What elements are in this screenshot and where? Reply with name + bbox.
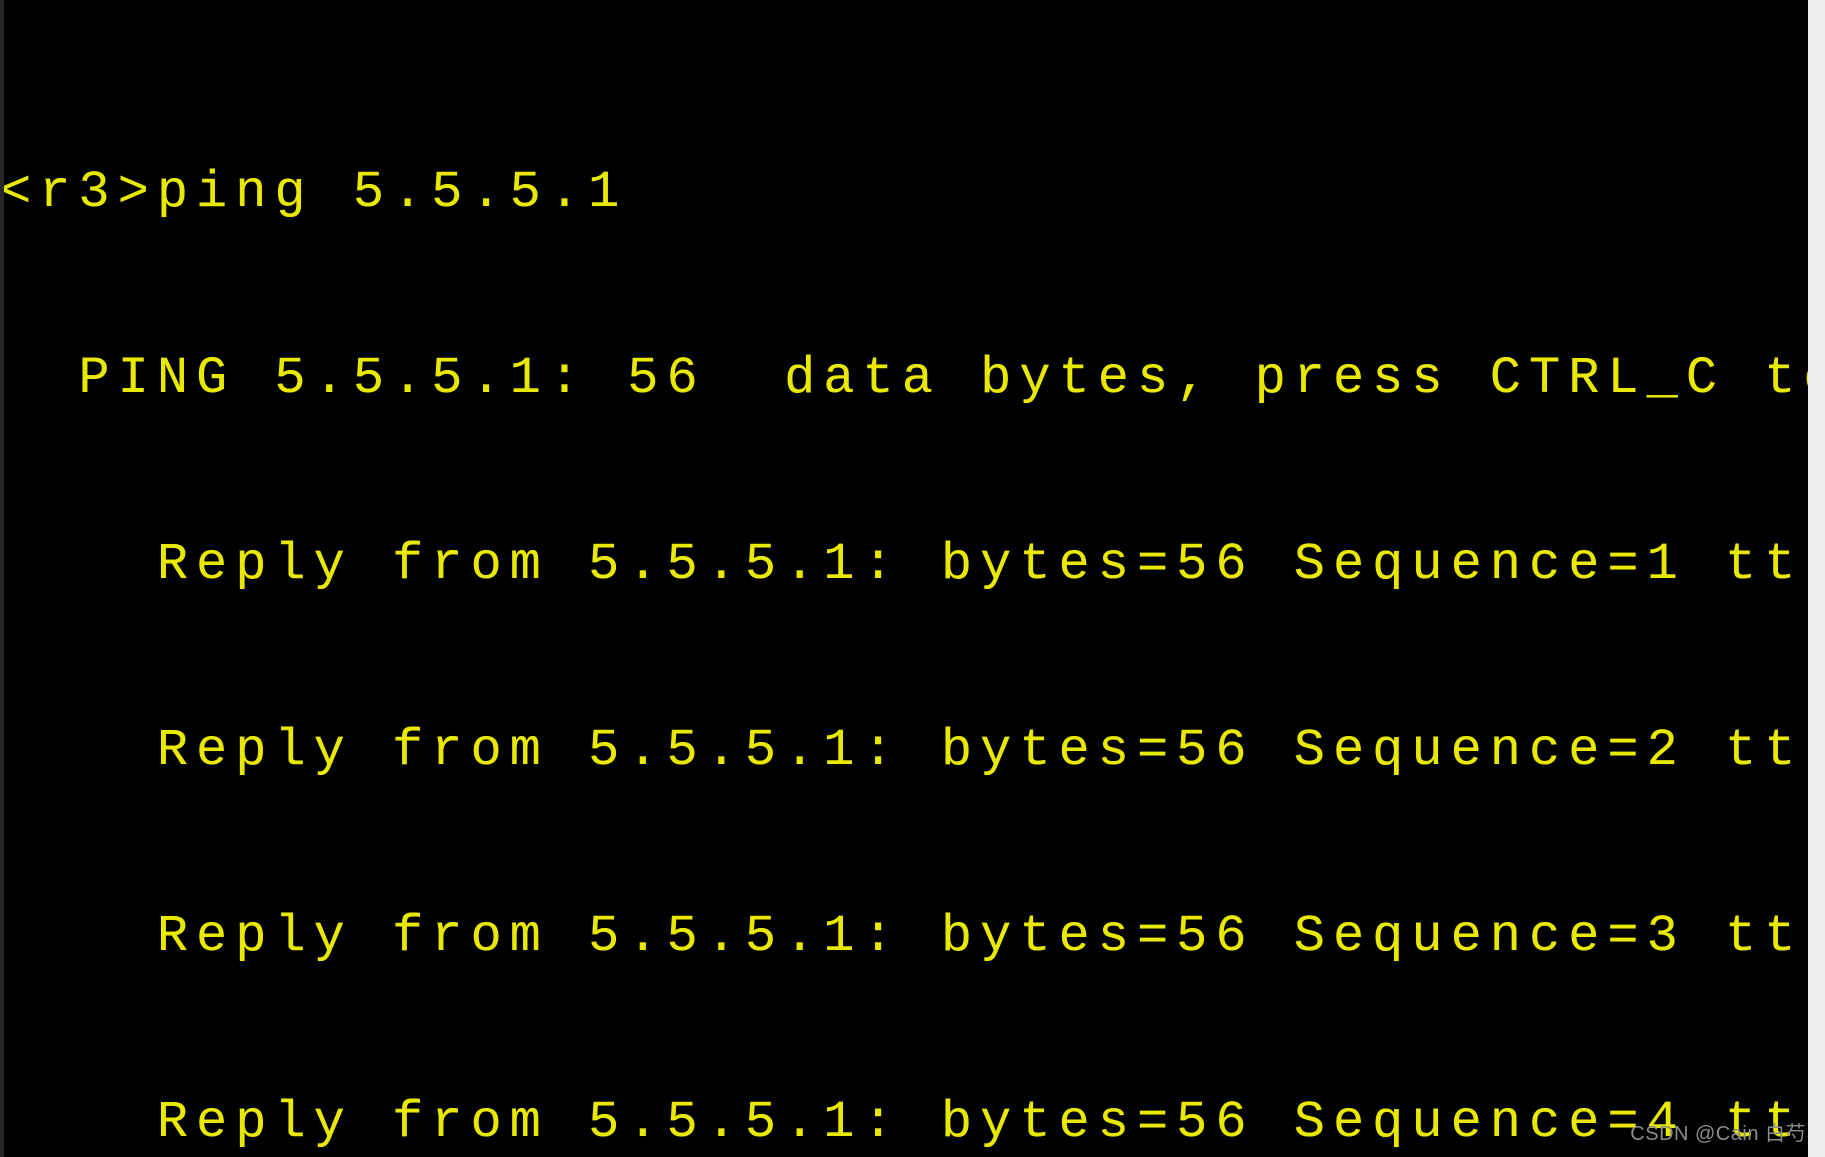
screen-left-edge [0,0,4,1157]
terminal-line-command: <r3>ping 5.5.5.1 [0,163,628,222]
screen-right-edge [1808,0,1825,1157]
watermark-label: CSDN @Cain 白芍 [1630,1123,1806,1145]
terminal-line-ping-header: PING 5.5.5.1: 56 data bytes, press CTRL_… [0,349,1825,408]
terminal-line-reply-1: Reply from 5.5.5.1: bytes=56 Sequence=1 … [0,535,1825,594]
terminal-line-reply-2: Reply from 5.5.5.1: bytes=56 Sequence=2 … [0,721,1825,780]
terminal-output[interactable]: <r3>ping 5.5.5.1 PING 5.5.5.1: 56 data b… [0,0,1825,1157]
terminal-line-reply-4: Reply from 5.5.5.1: bytes=56 Sequence=4 … [0,1093,1825,1152]
terminal-screen: <r3>ping 5.5.5.1 PING 5.5.5.1: 56 data b… [0,0,1825,1157]
terminal-line-reply-3: Reply from 5.5.5.1: bytes=56 Sequence=3 … [0,907,1825,966]
